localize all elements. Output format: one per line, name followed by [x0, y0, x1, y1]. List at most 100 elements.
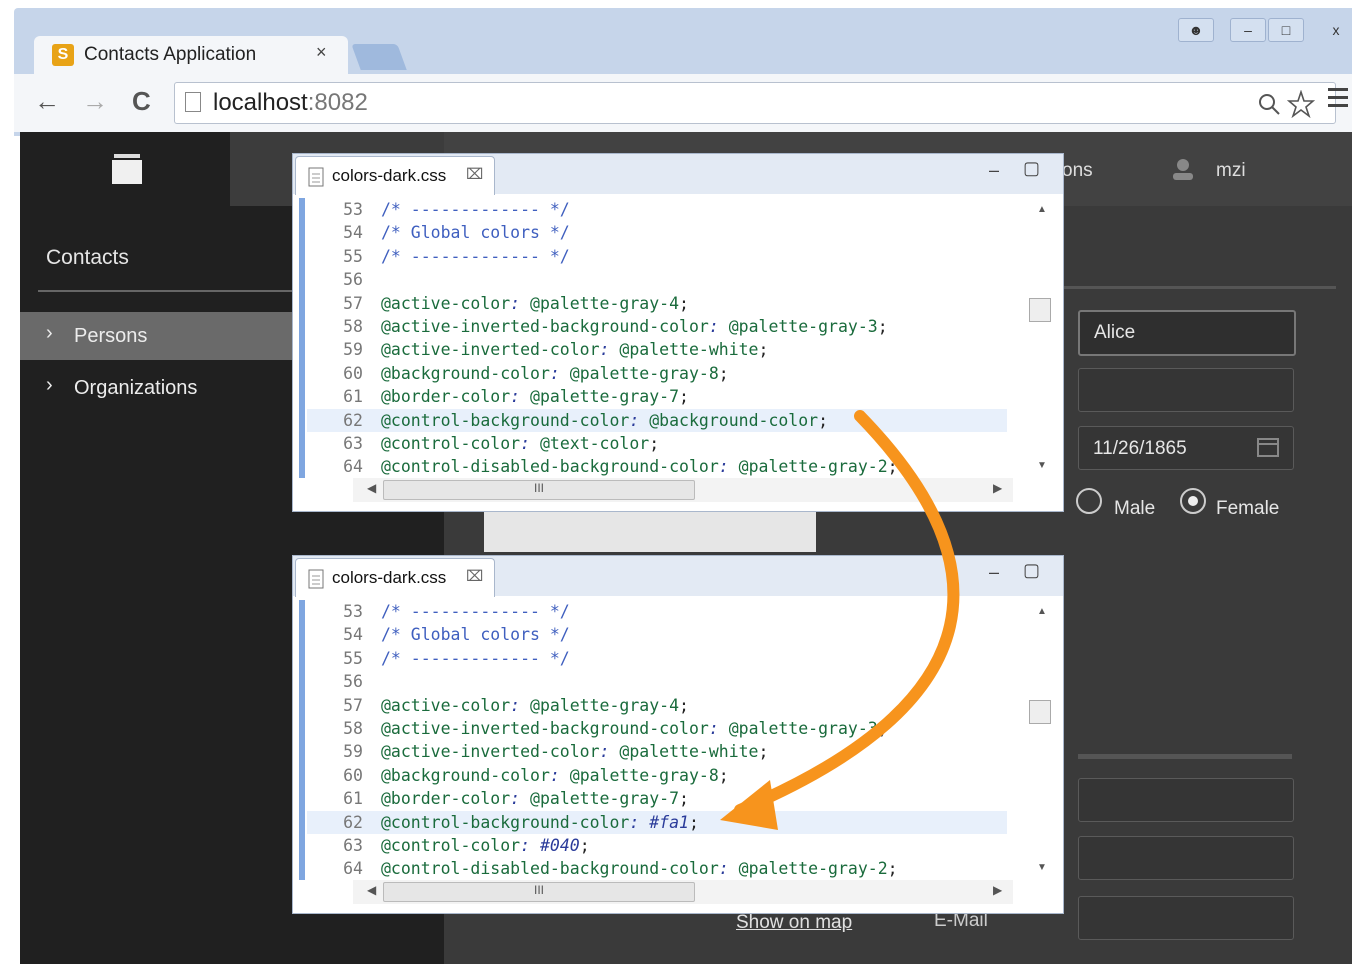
forward-button[interactable]: → [82, 86, 108, 117]
code-token: /* ------------- */ [381, 200, 570, 219]
line-number: 64 [343, 457, 363, 477]
code-token: : [510, 387, 531, 407]
sidebar-item-persons[interactable]: › Persons [20, 312, 296, 360]
code-token: /* Global colors */ [381, 625, 570, 645]
email-field[interactable] [1078, 896, 1294, 940]
sidebar-item-label: Persons [74, 325, 148, 347]
minimize-icon[interactable]: – [989, 160, 999, 181]
zoom-icon[interactable] [1257, 92, 1283, 116]
scroll-right-icon[interactable]: ▶ [993, 883, 1002, 897]
first-name-field[interactable]: Alice [1078, 310, 1296, 356]
bookmark-star-icon[interactable] [1287, 90, 1315, 118]
calendar-icon[interactable] [1257, 437, 1279, 457]
scroll-thumb[interactable] [1029, 298, 1051, 322]
menu-icon[interactable] [1328, 88, 1348, 107]
line-number: 62 [343, 812, 363, 832]
reload-button[interactable]: C [132, 86, 151, 117]
code-line[interactable]: 57 @active-color: @palette-gray-4; [307, 292, 1007, 315]
birthday-field[interactable]: 11/26/1865 [1078, 426, 1294, 470]
close-window-button[interactable]: x [1318, 18, 1352, 42]
minimize-button[interactable]: – [1230, 18, 1266, 42]
scroll-down-icon[interactable]: ▼ [1037, 460, 1047, 471]
male-radio[interactable] [1076, 488, 1102, 514]
line-number: 58 [343, 317, 363, 336]
female-label: Female [1216, 498, 1280, 519]
maximize-button[interactable]: □ [1268, 18, 1304, 42]
editor-gutter [299, 600, 305, 880]
code-token: ; [579, 836, 590, 855]
code-token: @palette-gray-4 [530, 695, 680, 715]
code-line[interactable]: 56 [307, 268, 1007, 291]
back-button[interactable]: ← [34, 86, 60, 117]
scroll-thumb[interactable]: III [383, 882, 695, 902]
scroll-up-icon[interactable]: ▲ [1037, 204, 1047, 215]
vertical-scrollbar[interactable]: ▲ ▼ [1025, 194, 1063, 474]
editor-tab[interactable]: colors-dark.css ⌧ [295, 156, 495, 195]
section-divider-2 [1078, 754, 1292, 759]
vertical-scrollbar[interactable]: ▲ ▼ [1025, 596, 1063, 876]
code-token: @active-color [381, 695, 511, 715]
code-line[interactable]: 58 @active-inverted-background-color: @pa… [307, 315, 1007, 338]
line-number: 59 [343, 742, 363, 762]
code-token: : [510, 789, 531, 809]
code-token: @active-color [381, 293, 511, 313]
code-token: : [510, 695, 531, 715]
last-name-field[interactable] [1078, 368, 1294, 412]
close-icon[interactable]: ⌧ [466, 567, 483, 585]
browser-tab[interactable]: S Contacts Application × [34, 36, 348, 74]
user-name[interactable]: mzi [1216, 160, 1246, 182]
address-field[interactable] [1078, 778, 1294, 822]
maximize-icon[interactable]: ▢ [1023, 158, 1040, 179]
page-icon [185, 92, 201, 112]
browser-toolbar: ← → C localhost:8082 [14, 74, 1352, 132]
chevron-right-icon: › [46, 374, 53, 396]
line-number: 60 [343, 765, 363, 785]
line-number: 63 [343, 836, 363, 855]
new-tab-button[interactable] [351, 44, 407, 70]
horizontal-scrollbar[interactable]: ◀ III ▶ [353, 880, 1013, 904]
scroll-down-icon[interactable]: ▼ [1037, 862, 1047, 873]
code-token: @background-color [381, 363, 550, 383]
line-number: 54 [343, 625, 363, 645]
scroll-right-icon[interactable]: ▶ [993, 481, 1002, 495]
code-token: : [599, 340, 620, 360]
scroll-left-icon[interactable]: ◀ [367, 883, 376, 897]
code-token: @control-background-color [381, 410, 630, 430]
line-number: 64 [343, 859, 363, 879]
code-token: @palette-gray-8 [569, 765, 719, 785]
code-line[interactable]: 60 @background-color: @palette-gray-8; [307, 362, 1007, 385]
code-token: @palette-gray-7 [530, 387, 680, 407]
code-line[interactable]: 59 @active-inverted-color: @palette-white… [307, 338, 1007, 361]
editor-tab[interactable]: colors-dark.css ⌧ [295, 558, 495, 597]
line-number: 57 [343, 293, 363, 313]
code-line[interactable]: 54 /* Global colors */ [307, 221, 1007, 244]
female-radio[interactable] [1180, 488, 1206, 514]
code-line[interactable]: 53 /* ------------- */ [307, 198, 1007, 221]
line-number: 62 [343, 410, 363, 430]
address-bar[interactable]: localhost:8082 [174, 82, 1336, 124]
tab-close-icon[interactable]: × [316, 42, 327, 63]
scroll-thumb[interactable]: III [383, 480, 695, 500]
code-token: @palette-white [619, 340, 759, 360]
city-field[interactable] [1078, 836, 1294, 880]
code-line[interactable]: 64 @control-disabled-background-color: @p… [307, 857, 1007, 880]
code-token: : [708, 317, 729, 336]
maximize-icon[interactable]: ▢ [1023, 560, 1040, 581]
scroll-left-icon[interactable]: ◀ [367, 481, 376, 495]
code-token: ; [758, 340, 769, 360]
code-token: @palette-gray-7 [530, 789, 680, 809]
code-token: #040 [539, 836, 580, 855]
close-icon[interactable]: ⌧ [466, 165, 483, 183]
show-on-map-link[interactable]: Show on map [736, 912, 852, 934]
code-token: @palette-gray-3 [728, 317, 878, 336]
topbar-partial-label[interactable]: ons [1062, 160, 1093, 182]
sidebar-item-organizations[interactable]: › Organizations [20, 364, 296, 412]
line-number: 55 [343, 648, 363, 668]
scroll-up-icon[interactable]: ▲ [1037, 606, 1047, 617]
line-number: 59 [343, 340, 363, 360]
code-token: @palette-gray-2 [738, 859, 888, 879]
profile-button[interactable]: ☻ [1178, 18, 1214, 42]
minimize-icon[interactable]: – [989, 562, 999, 583]
code-line[interactable]: 55 /* ------------- */ [307, 245, 1007, 268]
scroll-thumb[interactable] [1029, 700, 1051, 724]
